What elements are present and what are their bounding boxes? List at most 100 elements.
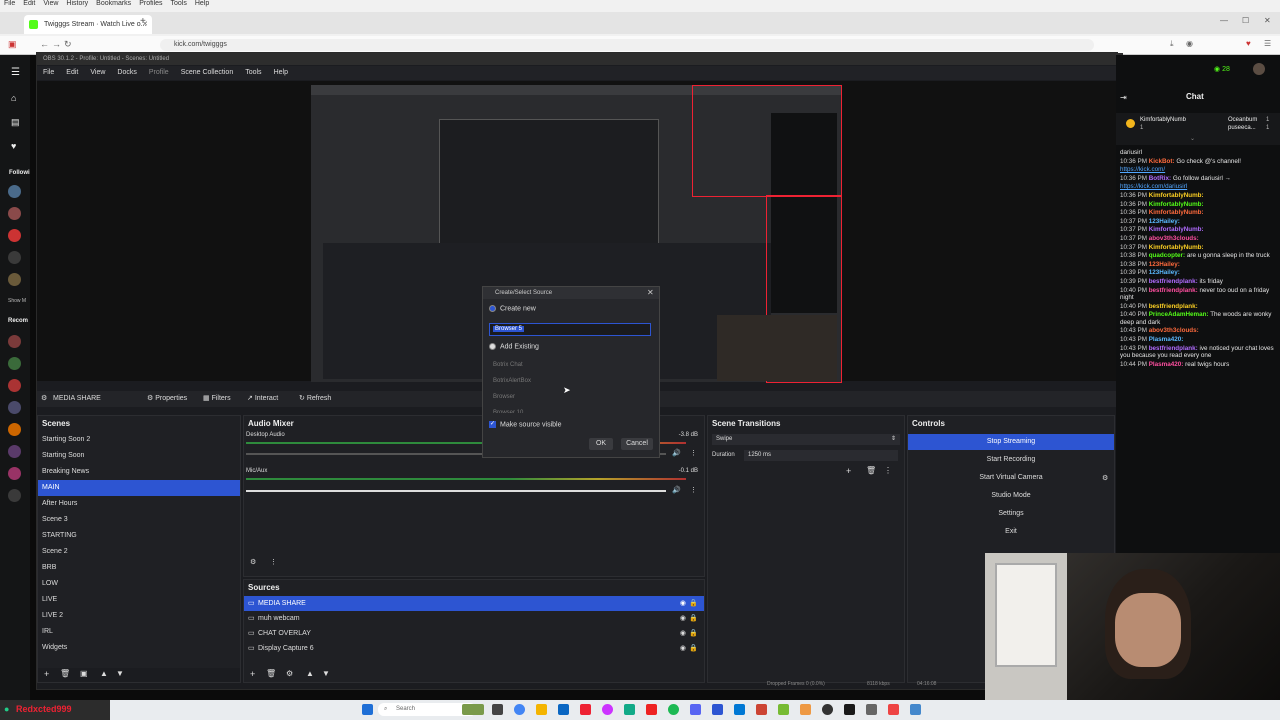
collapse-chat-icon[interactable]: ⇥ bbox=[1120, 93, 1127, 102]
avatar[interactable] bbox=[8, 423, 21, 436]
visibility-eye-icon[interactable]: ◉ bbox=[680, 626, 686, 641]
new-tab-icon[interactable]: + bbox=[140, 16, 146, 27]
list-item[interactable]: Botrix Chat bbox=[489, 357, 649, 373]
kebab-menu-icon[interactable]: ⋮ bbox=[270, 558, 277, 566]
chevron-down-icon[interactable]: ⌄ bbox=[1190, 135, 1195, 142]
chat-username[interactable]: 123Hailey: bbox=[1149, 261, 1180, 268]
chat-link[interactable]: https://kick.com/ bbox=[1120, 166, 1165, 173]
avatar[interactable] bbox=[8, 445, 21, 458]
create-new-radio[interactable]: Create new bbox=[483, 305, 659, 312]
speaker-icon[interactable]: 🔊 bbox=[672, 449, 681, 457]
obs-menu-file[interactable]: File bbox=[43, 69, 54, 76]
app-icon[interactable] bbox=[602, 704, 613, 715]
scene-item[interactable]: Starting Soon 2 bbox=[38, 432, 240, 448]
avatar[interactable] bbox=[8, 357, 21, 370]
sidebar-toggle-icon[interactable]: ▣ bbox=[8, 39, 17, 50]
chat-username[interactable]: KimfortablyNumb: bbox=[1149, 201, 1204, 208]
scene-item[interactable]: After Hours bbox=[38, 496, 240, 512]
menu-profiles[interactable]: Profiles bbox=[139, 0, 162, 7]
app-icon[interactable] bbox=[712, 704, 723, 715]
source-name-input[interactable]: Browser 5 bbox=[489, 323, 651, 336]
close-window-icon[interactable]: ✕ bbox=[1264, 16, 1271, 25]
chat-username[interactable]: bestfriendplank: bbox=[1149, 287, 1198, 294]
widget-icon[interactable] bbox=[462, 704, 484, 715]
speaker-icon[interactable]: 🔊 bbox=[672, 486, 681, 494]
avatar[interactable] bbox=[8, 379, 21, 392]
app-icon[interactable] bbox=[580, 704, 591, 715]
start-recording-button[interactable]: Start Recording bbox=[908, 452, 1114, 468]
cancel-button[interactable]: Cancel bbox=[621, 438, 653, 450]
show-more-link[interactable]: Show M bbox=[8, 298, 26, 304]
mixer-settings-icon[interactable]: ⚙ bbox=[250, 558, 256, 566]
visibility-eye-icon[interactable]: ◉ bbox=[680, 596, 686, 611]
scene-item[interactable]: Starting Soon bbox=[38, 448, 240, 464]
scene-item[interactable]: LOW bbox=[38, 576, 240, 592]
app-icon[interactable] bbox=[800, 704, 811, 715]
start-virtual-camera-button[interactable]: Start Virtual Camera bbox=[908, 470, 1114, 486]
scene-item[interactable]: BRB bbox=[38, 560, 240, 576]
app-icon[interactable] bbox=[910, 704, 921, 715]
obs-menu-docks[interactable]: Docks bbox=[117, 69, 136, 76]
file-explorer-icon[interactable] bbox=[536, 704, 547, 715]
chat-username[interactable]: PrinceAdamHeman: bbox=[1149, 311, 1209, 318]
obs-icon[interactable] bbox=[822, 704, 833, 715]
move-up-icon[interactable]: ▲ bbox=[100, 669, 108, 678]
chat-username[interactable]: KimfortablyNumb: bbox=[1149, 209, 1204, 216]
avatar[interactable] bbox=[8, 185, 21, 198]
settings-button[interactable]: Settings bbox=[908, 506, 1114, 522]
chat-username[interactable]: bestfriendplank: bbox=[1149, 345, 1198, 352]
refresh-button[interactable]: ↻ Refresh bbox=[299, 391, 331, 407]
filters-button[interactable]: ▦ Filters bbox=[203, 391, 231, 407]
source-item[interactable]: ▭ MEDIA SHARE ◉ 🔒 bbox=[244, 596, 704, 611]
stop-streaming-button[interactable]: Stop Streaming bbox=[908, 434, 1114, 450]
avatar[interactable] bbox=[8, 273, 21, 286]
maximize-icon[interactable]: ☐ bbox=[1242, 16, 1249, 25]
duration-field[interactable]: 1250 ms bbox=[744, 450, 898, 461]
chat-username[interactable]: KimfortablyNumb: bbox=[1149, 226, 1204, 233]
add-scene-icon[interactable]: + bbox=[44, 669, 49, 679]
lock-icon[interactable]: 🔒 bbox=[689, 596, 698, 611]
scene-item[interactable]: Scene 2 bbox=[38, 544, 240, 560]
add-transition-icon[interactable]: + bbox=[846, 466, 851, 476]
lock-icon[interactable]: 🔒 bbox=[689, 641, 698, 656]
avatar[interactable] bbox=[1253, 63, 1265, 75]
studio-mode-button[interactable]: Studio Mode bbox=[908, 488, 1114, 504]
obs-menu-help[interactable]: Help bbox=[274, 69, 288, 76]
app-icon[interactable] bbox=[888, 704, 899, 715]
obs-menu-edit[interactable]: Edit bbox=[66, 69, 78, 76]
properties-button[interactable]: ⚙ Properties bbox=[147, 391, 187, 407]
steam-icon[interactable] bbox=[844, 704, 855, 715]
source-item[interactable]: ▭ muh webcam ◉ 🔒 bbox=[244, 611, 704, 626]
chat-link[interactable]: https://kick.com/dariusirl bbox=[1120, 183, 1187, 190]
obs-menu-profile[interactable]: Profile bbox=[149, 69, 169, 76]
scene-item[interactable]: Scene 3 bbox=[38, 512, 240, 528]
avatar[interactable] bbox=[8, 207, 21, 220]
visibility-eye-icon[interactable]: ◉ bbox=[680, 611, 686, 626]
app-icon[interactable] bbox=[778, 704, 789, 715]
scene-item[interactable]: MAIN bbox=[38, 480, 240, 496]
youtube-icon[interactable] bbox=[646, 704, 657, 715]
selection-box[interactable] bbox=[692, 85, 842, 197]
app-icon[interactable] bbox=[866, 704, 877, 715]
browse-icon[interactable]: ▤ bbox=[11, 117, 20, 128]
move-down-icon[interactable]: ▼ bbox=[116, 669, 124, 678]
extension-icon[interactable]: ♥ bbox=[1246, 39, 1251, 48]
chat-username[interactable]: abov3th3clouds: bbox=[1149, 235, 1199, 242]
obs-menu-tools[interactable]: Tools bbox=[245, 69, 261, 76]
menu-tools[interactable]: Tools bbox=[171, 0, 187, 7]
source-item[interactable]: ▭ CHAT OVERLAY ◉ 🔒 bbox=[244, 626, 704, 641]
scene-item[interactable]: LIVE bbox=[38, 592, 240, 608]
gear-icon[interactable]: ⚙ bbox=[1102, 474, 1108, 482]
scene-item[interactable]: STARTING bbox=[38, 528, 240, 544]
chrome-icon[interactable] bbox=[514, 704, 525, 715]
discord-icon[interactable] bbox=[690, 704, 701, 715]
chat-username[interactable]: Plasma420: bbox=[1149, 361, 1184, 368]
scene-filters-icon[interactable]: ▣ bbox=[80, 669, 88, 678]
task-view-icon[interactable] bbox=[492, 704, 503, 715]
scene-item[interactable]: Widgets bbox=[38, 640, 240, 656]
kebab-menu-icon[interactable]: ⋮ bbox=[690, 486, 697, 494]
hamburger-icon[interactable]: ☰ bbox=[11, 67, 20, 78]
avatar[interactable] bbox=[8, 335, 21, 348]
chat-username[interactable]: BotRix: bbox=[1149, 175, 1171, 182]
interact-button[interactable]: ↗ Interact bbox=[247, 391, 278, 407]
